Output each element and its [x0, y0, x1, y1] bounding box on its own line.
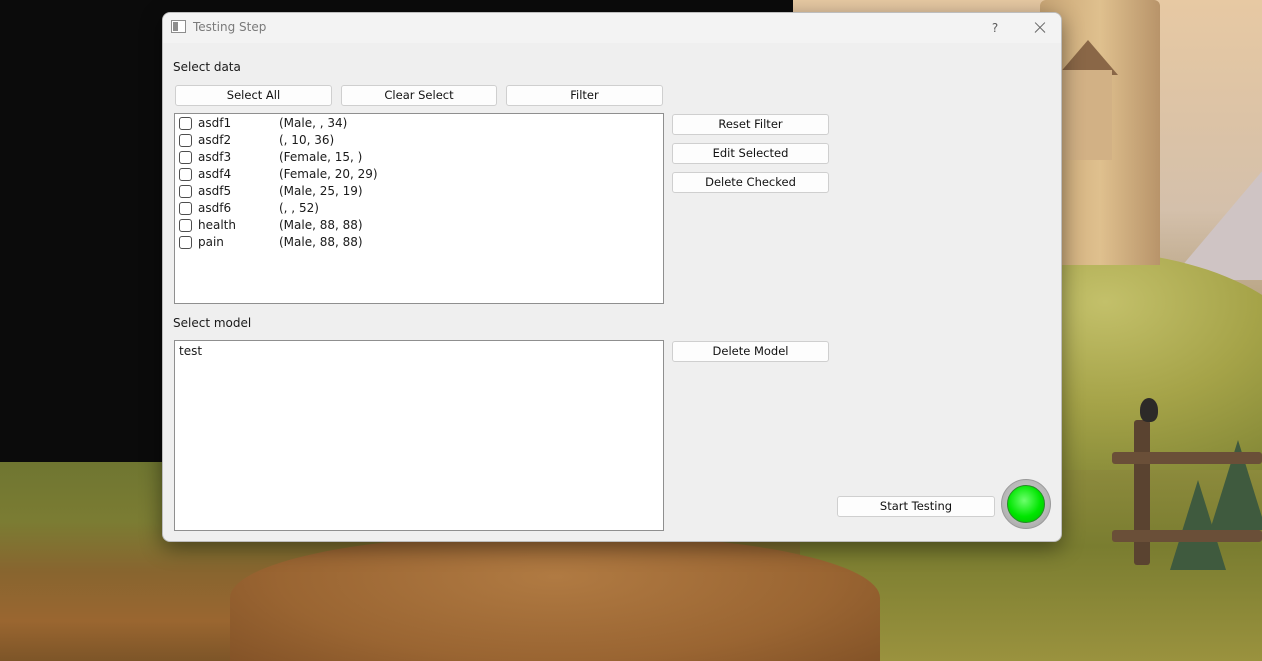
reset-filter-button[interactable]: Reset Filter	[672, 114, 829, 135]
item-info: (, , 52)	[279, 201, 319, 215]
item-name: asdf5	[198, 184, 232, 198]
item-name: asdf1	[198, 116, 232, 130]
background-fence-rail	[1112, 452, 1262, 464]
list-item[interactable]: asdf2 (, 10, 36)	[179, 132, 659, 149]
item-info: (, 10, 36)	[279, 133, 335, 147]
item-name: asdf4	[198, 167, 232, 181]
checkbox[interactable]	[179, 151, 192, 164]
close-icon[interactable]	[1027, 17, 1053, 39]
delete-checked-button[interactable]: Delete Checked	[672, 172, 829, 193]
list-item[interactable]: asdf5 (Male, 25, 19)	[179, 183, 659, 200]
list-item[interactable]: pain (Male, 88, 88)	[179, 234, 659, 251]
status-indicator	[1001, 479, 1051, 529]
delete-model-button[interactable]: Delete Model	[672, 341, 829, 362]
background-dirt-path	[230, 535, 880, 661]
list-item[interactable]: asdf1 (Male, , 34)	[179, 115, 659, 132]
select-all-button[interactable]: Select All	[175, 85, 332, 106]
checkbox[interactable]	[179, 219, 192, 232]
background-fence-post	[1134, 420, 1150, 565]
item-name: pain	[198, 235, 224, 249]
list-item[interactable]: asdf6 (, , 52)	[179, 200, 659, 217]
select-data-label: Select data	[173, 60, 241, 74]
item-info: (Female, 20, 29)	[279, 167, 378, 181]
item-name: health	[198, 218, 236, 232]
edit-selected-button[interactable]: Edit Selected	[672, 143, 829, 164]
item-info: (Male, 88, 88)	[279, 235, 363, 249]
list-item[interactable]: asdf4 (Female, 20, 29)	[179, 166, 659, 183]
item-info: (Male, 88, 88)	[279, 218, 363, 232]
checkbox[interactable]	[179, 134, 192, 147]
checkbox[interactable]	[179, 202, 192, 215]
item-info: (Male, , 34)	[279, 116, 348, 130]
item-name: asdf6	[198, 201, 232, 215]
model-list[interactable]: test	[174, 340, 664, 531]
background-bird	[1140, 398, 1158, 422]
window-title: Testing Step	[193, 20, 267, 34]
help-button[interactable]: ?	[983, 18, 1007, 38]
list-item[interactable]: asdf3 (Female, 15, )	[179, 149, 659, 166]
clear-select-button[interactable]: Clear Select	[341, 85, 497, 106]
background-tower	[1062, 70, 1112, 160]
checkbox[interactable]	[179, 117, 192, 130]
select-model-label: Select model	[173, 316, 252, 330]
checkbox[interactable]	[179, 168, 192, 181]
start-testing-button[interactable]: Start Testing	[837, 496, 995, 517]
list-item[interactable]: health (Male, 88, 88)	[179, 217, 659, 234]
background-mountain	[1170, 150, 1262, 280]
checkbox[interactable]	[179, 236, 192, 249]
status-light-icon	[1007, 485, 1045, 523]
data-list[interactable]: asdf1 (Male, , 34) asdf2 (, 10, 36) asdf…	[174, 113, 664, 304]
item-info: (Female, 15, )	[279, 150, 363, 164]
filter-button[interactable]: Filter	[506, 85, 663, 106]
item-info: (Male, 25, 19)	[279, 184, 363, 198]
app-window-icon	[171, 20, 186, 33]
list-item[interactable]: test	[179, 344, 202, 358]
item-name: asdf2	[198, 133, 232, 147]
item-name: asdf3	[198, 150, 232, 164]
testing-step-dialog: Testing Step ? Select data Select All Cl…	[162, 12, 1062, 542]
checkbox[interactable]	[179, 185, 192, 198]
background-fence-rail	[1112, 530, 1262, 542]
title-bar: Testing Step ?	[163, 13, 1061, 43]
